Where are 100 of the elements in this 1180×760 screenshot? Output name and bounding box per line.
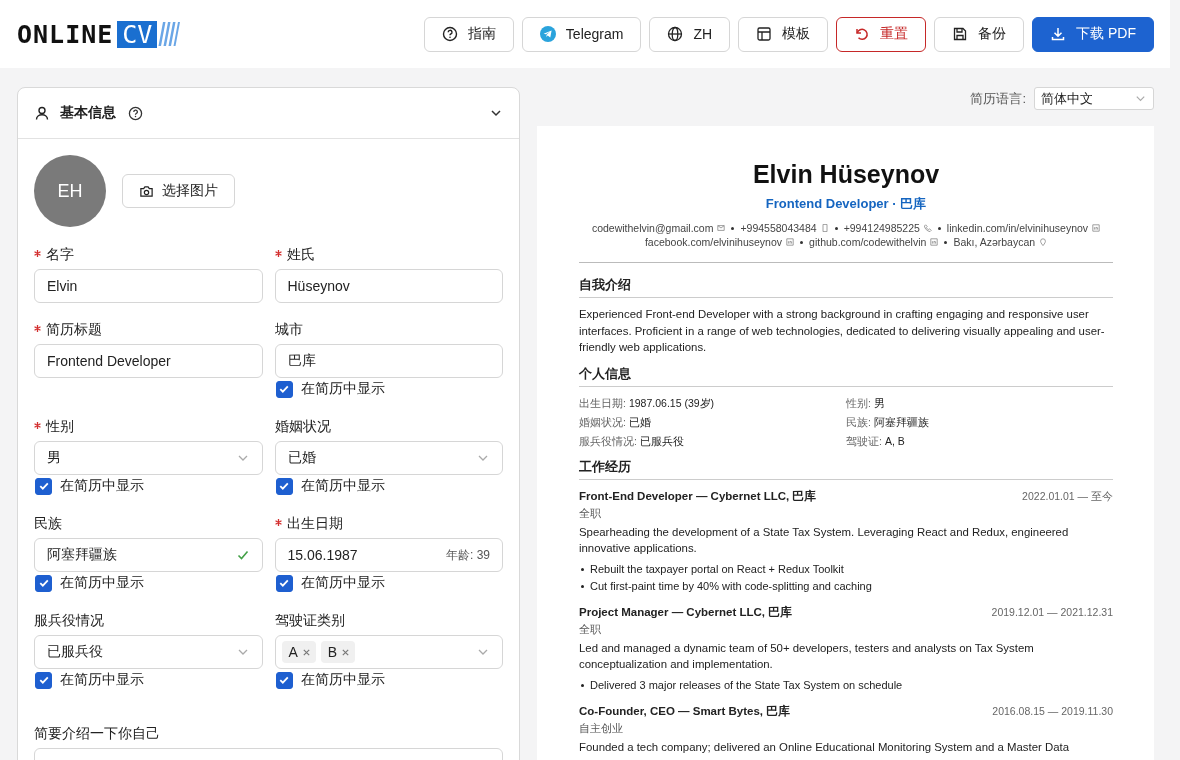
remove-icon[interactable] <box>301 647 311 657</box>
contact-text: +994124985225 <box>843 221 920 235</box>
checkmark-icon <box>37 674 50 686</box>
separator-dot <box>800 240 804 244</box>
checkbox-label: 在简历中显示 <box>300 574 385 592</box>
info-value: 已婚 <box>628 415 651 428</box>
toolbar-button[interactable]: 指南 <box>423 16 514 52</box>
toolbar-button[interactable]: 模板 <box>738 16 829 52</box>
globe-icon <box>667 26 684 42</box>
text-field[interactable]: Frontend Developer <box>34 344 263 378</box>
job-title: Front-End Developer — Cybernet LLC, 巴库 <box>579 488 817 504</box>
checkbox-label: 在简历中显示 <box>60 574 144 592</box>
tag[interactable]: B <box>320 641 356 663</box>
info-value: 1987.06.15 (39岁) <box>628 396 715 409</box>
contact-text: linkedin.com/in/elvinihuseynov <box>946 221 1089 235</box>
tags-field[interactable]: A B <box>274 635 503 669</box>
contact-text: Bakı, Azərbaycan <box>953 235 1036 249</box>
field-label: 出生日期 <box>286 515 343 533</box>
separator-dot <box>944 240 948 244</box>
checkbox-label: 在简历中显示 <box>60 671 144 689</box>
toolbar-button[interactable]: 重置 <box>836 16 927 52</box>
logo-stripes-icon <box>158 21 181 47</box>
info-label: 性别: <box>846 396 871 409</box>
telegram-icon <box>539 26 556 42</box>
checkbox[interactable] <box>35 477 52 495</box>
language-select[interactable]: 简体中文 <box>1034 87 1154 110</box>
required-icon <box>34 421 41 429</box>
text-field[interactable]: 巴库 <box>274 344 503 378</box>
date-field[interactable]: 15.06.1987 年龄: 39 <box>274 538 503 572</box>
job-description: Founded a tech company; delivered an Online Educational Monitoring System and a Master Data <box>579 739 1071 755</box>
info-label: 民族: <box>846 415 871 428</box>
help-icon[interactable] <box>128 105 143 121</box>
info-value: A, B <box>884 434 905 447</box>
remove-icon[interactable] <box>341 647 351 657</box>
pin-icon <box>1039 238 1048 246</box>
card-title: 基本信息 <box>60 104 116 122</box>
undo-icon <box>854 26 871 42</box>
checkbox-label: 在简历中显示 <box>300 477 385 495</box>
job-type: 全职 <box>579 621 602 637</box>
select-field[interactable]: 已婚 <box>274 441 503 475</box>
select-field[interactable]: 已服兵役 <box>34 635 263 669</box>
job-description: Spearheading the development of a State Tax System. Leveraging React and Redux, engineered innovative applications. <box>579 524 1070 556</box>
field-label: 服兵役情况 <box>34 612 104 630</box>
text-field[interactable]: Hüseynov <box>274 269 503 303</box>
choose-photo-button[interactable]: 选择图片 <box>122 174 235 208</box>
job-type: 自主创业 <box>579 720 624 736</box>
info-label: 出生日期: <box>579 396 626 409</box>
section-title: 自我介绍 <box>579 277 1113 298</box>
job-description: Led and managed a dynamic team of 50+ developers, testers and analysts on Tax System conceptualization and implementation. <box>579 640 1035 672</box>
info-label: 驾驶证: <box>846 434 882 447</box>
field-label: 姓氏 <box>286 246 315 264</box>
field-label: 简历标题 <box>46 321 102 339</box>
help-icon <box>441 26 458 42</box>
section-title: 个人信息 <box>579 365 1113 387</box>
info-label: 服兵役情况: <box>579 434 637 447</box>
toolbar-button[interactable]: 备份 <box>934 16 1025 52</box>
checkbox-label: 在简历中显示 <box>300 671 385 689</box>
info-value: 男 <box>873 396 885 409</box>
link-icon <box>786 238 795 246</box>
job-type: 全职 <box>579 505 602 521</box>
tag[interactable]: A <box>281 641 316 663</box>
checkbox[interactable] <box>275 380 293 398</box>
layout-icon <box>756 26 773 42</box>
job-dates: 2022.01.01 — 至今 <box>1022 488 1113 504</box>
select-field[interactable]: 男 <box>34 441 263 475</box>
bullet-text: Delivered 3 major releases of the State Tax System on schedule <box>590 677 903 693</box>
contact-text: codewithelvin@gmail.com <box>591 221 714 235</box>
field-label: 婚姻状况 <box>274 418 331 436</box>
mail-icon <box>717 224 726 232</box>
checkbox[interactable] <box>35 574 52 592</box>
text-field[interactable]: 阿塞拜疆族 <box>34 538 263 572</box>
required-icon <box>34 249 41 257</box>
link-icon <box>1092 224 1101 232</box>
checkbox[interactable] <box>35 671 52 689</box>
checkbox[interactable] <box>275 671 293 689</box>
toolbar-button[interactable]: ZH <box>649 16 731 52</box>
mobile-icon <box>820 224 829 232</box>
checkbox[interactable] <box>275 574 293 592</box>
job-title: Co-Founder, CEO — Smart Bytes, 巴库 <box>579 703 791 719</box>
contact-text: github.com/codewithelvin <box>809 235 927 249</box>
resume-title: Frontend Developer · 巴库 <box>764 195 928 213</box>
bullet-icon <box>581 584 584 588</box>
checkbox[interactable] <box>275 477 293 495</box>
toolbar-button[interactable]: Telegram <box>521 16 642 52</box>
checkmark-icon <box>37 480 50 492</box>
checkmark-icon <box>278 480 290 492</box>
logo-text: ONLINE <box>17 19 114 49</box>
required-icon <box>274 518 282 526</box>
logo-badge: CV <box>117 20 158 48</box>
download-icon <box>1050 26 1067 42</box>
user-icon <box>34 105 50 121</box>
text-field[interactable]: Elvin <box>34 269 263 303</box>
separator-dot <box>937 226 941 230</box>
bullet-icon <box>581 567 584 571</box>
separator-dot <box>834 226 838 230</box>
check-icon <box>235 548 250 562</box>
job-dates: 2016.08.15 — 2019.11.30 <box>992 703 1113 719</box>
toolbar-button[interactable]: 下载 PDF <box>1032 16 1154 52</box>
job-title: Project Manager — Cybernet LLC, 巴库 <box>579 604 793 620</box>
camera-icon <box>139 183 154 199</box>
